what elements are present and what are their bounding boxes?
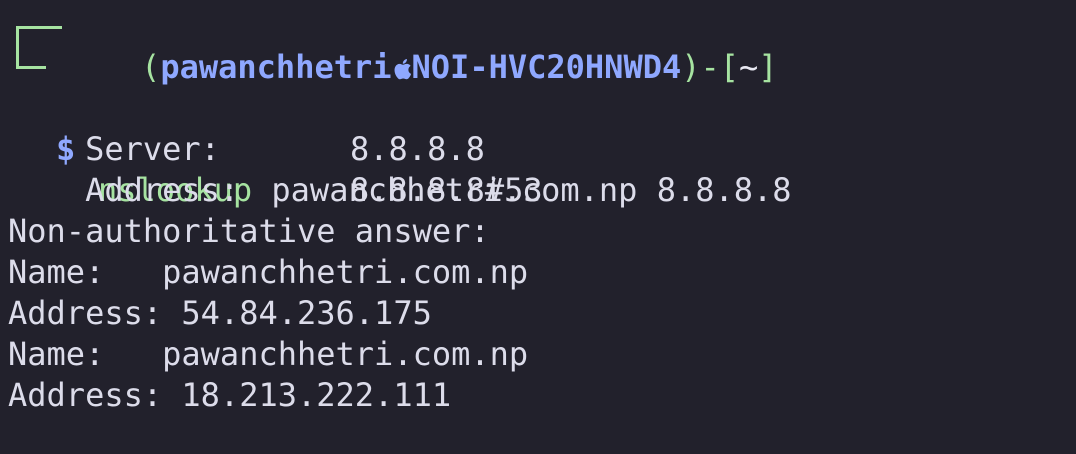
record-line-address-2: Address: 18.213.222.111 (8, 375, 1076, 416)
record-label: Address: (8, 376, 163, 414)
record-label: Name: (8, 253, 105, 291)
command-line[interactable]: $ nslookup pawanchhetri.com.np 8.8.8.8 (8, 47, 1076, 209)
server-line: Server: 8.8.8.8 (8, 88, 1076, 168)
prompt-corner-bottom (16, 47, 46, 69)
record-line-name-1: Name: pawanchhetri.com.np (8, 252, 1076, 293)
terminal-window[interactable]: (pawanchhetri NOI-HVC20HNWD4)-[~] $ nsloo… (0, 0, 1076, 454)
address-label: Address: (85, 171, 240, 209)
record-value: pawanchhetri.com.np (162, 253, 529, 291)
record-value: pawanchhetri.com.np (162, 335, 529, 373)
prompt-corner-top (16, 26, 62, 48)
prompt-header-line: (pawanchhetri NOI-HVC20HNWD4)-[~] (8, 6, 1076, 86)
record-label: Address: (8, 294, 163, 332)
record-value: 18.213.222.111 (181, 376, 452, 414)
address-value: 8.8.8.8#53 (350, 171, 543, 209)
record-value: 54.84.236.175 (181, 294, 432, 332)
address-line: Address: 8.8.8.8#53 (8, 129, 1076, 209)
non-authoritative-line: Non-authoritative answer: (8, 212, 490, 250)
record-line-name-2: Name: pawanchhetri.com.np (8, 334, 1076, 375)
record-line-address-1: Address: 54.84.236.175 (8, 293, 1076, 334)
record-label: Name: (8, 335, 105, 373)
